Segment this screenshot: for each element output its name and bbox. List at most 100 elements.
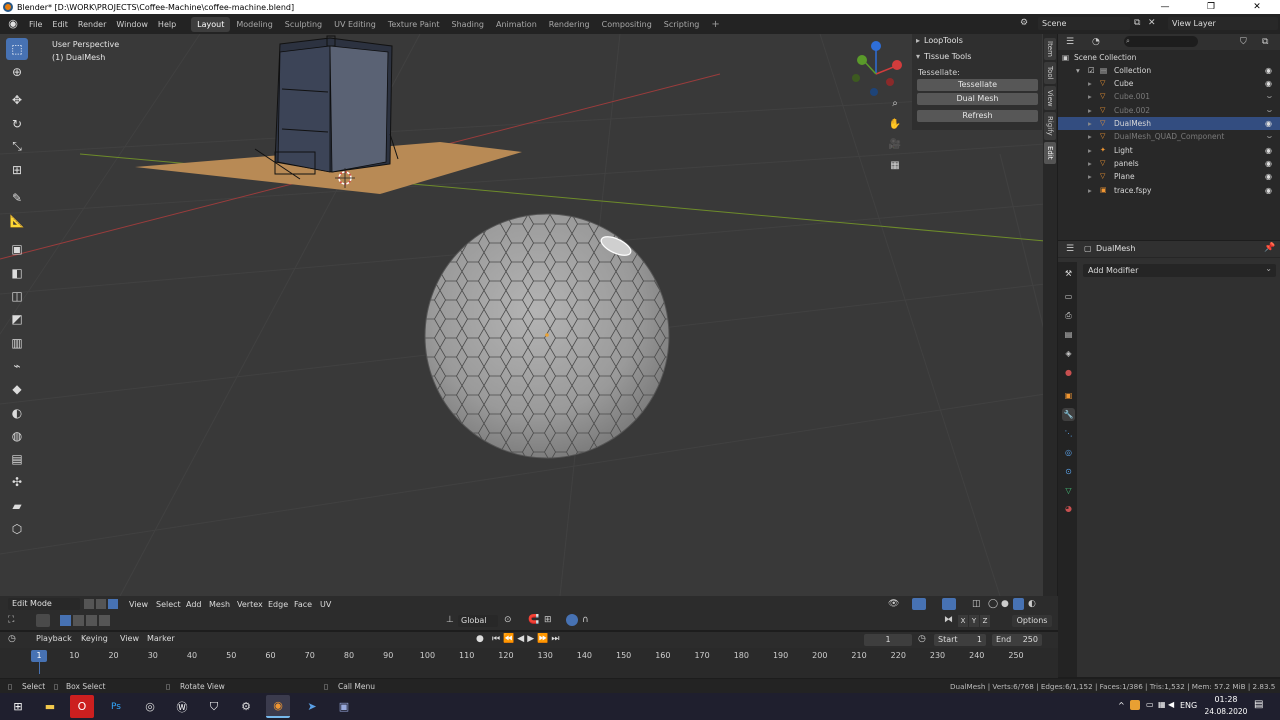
world-tab-icon[interactable]: ● bbox=[1062, 366, 1075, 379]
vp-menu-face[interactable]: Face bbox=[294, 600, 312, 609]
outliner-row[interactable]: ▸ ▽ Cube.001 ⌣ bbox=[1058, 90, 1280, 103]
messenger-icon[interactable]: ◎ bbox=[138, 695, 162, 718]
knife-tool[interactable]: ⌁ bbox=[6, 355, 28, 377]
scene-icon[interactable]: ⚙ bbox=[1020, 18, 1028, 28]
move-tool[interactable]: ✥ bbox=[6, 89, 28, 111]
outliner-row[interactable]: ▸ ▽ Cube.002 ⌣ bbox=[1058, 104, 1280, 117]
outliner-row[interactable]: ▸ ▽ panels ◉ bbox=[1058, 157, 1280, 170]
visibility-eye-icon[interactable]: ◉ bbox=[1265, 157, 1272, 170]
bevel-tool[interactable]: ◩ bbox=[6, 308, 28, 330]
scene-tab-icon[interactable]: ◈ bbox=[1062, 347, 1075, 360]
playhead-line[interactable] bbox=[38, 662, 40, 674]
select-box-tool[interactable]: ⬚ bbox=[6, 38, 28, 60]
edge-slide-tool[interactable]: ▤ bbox=[6, 448, 28, 470]
vertex-select-icon[interactable] bbox=[84, 599, 94, 609]
visibility-eye-icon[interactable]: ◉ bbox=[1265, 184, 1272, 197]
select-mode-invert-icon[interactable] bbox=[99, 615, 110, 626]
proportional-editing-icon[interactable] bbox=[566, 614, 578, 626]
dual-mesh-button[interactable]: Dual Mesh bbox=[917, 93, 1038, 105]
file-explorer-icon[interactable]: ▬ bbox=[38, 695, 62, 718]
timeline-menu-keying[interactable]: Keying bbox=[81, 634, 108, 643]
physics-tab-icon[interactable]: ◎ bbox=[1062, 446, 1075, 459]
windows-start-icon[interactable]: ⊞ bbox=[6, 695, 30, 718]
visibility-eye-icon[interactable]: ⌣ bbox=[1267, 90, 1272, 103]
vp-menu-mesh[interactable]: Mesh bbox=[209, 600, 230, 609]
scene-selector[interactable]: Scene bbox=[1038, 17, 1130, 30]
start-frame-field[interactable]: Start 1 bbox=[934, 634, 986, 646]
end-frame-field[interactable]: End 250 bbox=[992, 634, 1042, 646]
visibility-select-icon[interactable]: 👁 bbox=[888, 599, 899, 609]
volume-icon[interactable]: ◀ bbox=[1168, 700, 1174, 709]
workspace-tab-layout[interactable]: Layout bbox=[191, 16, 231, 32]
select-mode-subtract-icon[interactable] bbox=[86, 615, 97, 626]
visibility-eye-icon[interactable]: ◉ bbox=[1265, 144, 1272, 157]
inset-tool[interactable]: ◫ bbox=[6, 285, 28, 307]
new-collection-icon[interactable]: ⧉ bbox=[1262, 37, 1268, 47]
close-button[interactable]: ✕ bbox=[1234, 0, 1280, 14]
opera-browser-icon[interactable]: O bbox=[70, 695, 94, 718]
blender-logo-icon[interactable]: ◉ bbox=[6, 17, 20, 31]
tab-item[interactable]: Item bbox=[1044, 38, 1056, 60]
tab-tool[interactable]: Tool bbox=[1044, 62, 1056, 84]
view-layer-tab-icon[interactable]: ▤ bbox=[1062, 328, 1075, 341]
rotate-tool[interactable]: ↻ bbox=[6, 113, 28, 135]
blender-taskbar-icon[interactable]: ◉ bbox=[266, 695, 290, 718]
edge-select-icon[interactable] bbox=[96, 599, 106, 609]
camera-view-icon[interactable]: 🎥 bbox=[886, 136, 904, 154]
tray-display-icon[interactable]: ▭ bbox=[1146, 700, 1154, 709]
spin-tool[interactable]: ◐ bbox=[6, 402, 28, 424]
outliner-row[interactable]: ▸ ✦ Light ◉ bbox=[1058, 144, 1280, 157]
outliner-row[interactable]: ▸ ▽ Plane ◉ bbox=[1058, 170, 1280, 183]
gizmo-x-axis[interactable] bbox=[892, 60, 902, 70]
photoshop-icon[interactable]: Ps bbox=[104, 695, 128, 718]
vp-menu-uv[interactable]: UV bbox=[320, 600, 331, 609]
menu-window[interactable]: Window bbox=[111, 20, 153, 29]
active-tool-icon[interactable] bbox=[36, 614, 50, 627]
clock-date[interactable]: 24.08.2020 bbox=[1204, 707, 1248, 716]
workspace-tab-texture-paint[interactable]: Texture Paint bbox=[382, 17, 446, 32]
expand-arrow-icon[interactable]: ▸ bbox=[1088, 90, 1092, 103]
rendered-shading-icon[interactable]: ◐ bbox=[1028, 599, 1036, 609]
mode-select-dropdown[interactable]: Edit Mode bbox=[8, 598, 80, 610]
looptools-panel-header[interactable]: LoopTools bbox=[912, 34, 1042, 48]
expand-arrow-icon[interactable]: ▸ bbox=[1088, 170, 1092, 183]
options-dropdown[interactable]: Options bbox=[1012, 615, 1052, 627]
coffee-machine-wireframe[interactable] bbox=[254, 35, 399, 180]
extrude-tool[interactable]: ◧ bbox=[6, 262, 28, 284]
menu-edit[interactable]: Edit bbox=[47, 20, 73, 29]
expand-arrow-icon[interactable]: ▸ bbox=[1088, 184, 1092, 197]
tray-app-icon[interactable] bbox=[1130, 700, 1140, 710]
expand-arrow-icon[interactable]: ▸ bbox=[1088, 130, 1092, 143]
dualmesh-sphere[interactable] bbox=[420, 209, 680, 469]
measure-tool[interactable]: 📐 bbox=[6, 210, 28, 232]
outliner-row[interactable]: ▸ ▽ Cube ◉ bbox=[1058, 77, 1280, 90]
pivot-point-icon[interactable]: ⊙ bbox=[504, 615, 512, 625]
mirror-z-toggle[interactable]: Z bbox=[980, 615, 990, 627]
outliner-row[interactable]: ▸ ▽ DualMesh_QUAD_Component ⌣ bbox=[1058, 130, 1280, 143]
workspace-tab-scripting[interactable]: Scripting bbox=[658, 17, 706, 32]
vp-menu-select[interactable]: Select bbox=[156, 600, 181, 609]
language-indicator[interactable]: ENG bbox=[1180, 701, 1197, 710]
visibility-eye-icon[interactable]: ◉ bbox=[1265, 77, 1272, 90]
visibility-eye-icon[interactable]: ⌣ bbox=[1267, 104, 1272, 117]
select-mode-extend-icon[interactable] bbox=[73, 615, 84, 626]
pin-icon[interactable]: 📌 bbox=[1264, 243, 1275, 253]
visibility-eye-icon[interactable]: ◉ bbox=[1265, 64, 1272, 77]
particles-tab-icon[interactable]: ⋱ bbox=[1062, 427, 1075, 440]
notifications-icon[interactable]: ▤ bbox=[1254, 699, 1263, 710]
outliner-editor-icon[interactable]: ☰ bbox=[1066, 37, 1074, 47]
minimize-button[interactable]: — bbox=[1142, 0, 1188, 14]
timeline-menu-view[interactable]: View bbox=[120, 634, 139, 643]
solid-shading-icon[interactable]: ● bbox=[1001, 599, 1009, 609]
visibility-eye-icon[interactable]: ⌣ bbox=[1267, 130, 1272, 143]
wireframe-shading-icon[interactable]: ◯ bbox=[988, 599, 998, 609]
zoom-icon[interactable]: ⌕ bbox=[886, 95, 904, 113]
object-tab-icon[interactable]: ▣ bbox=[1062, 389, 1075, 402]
workspace-tab-compositing[interactable]: Compositing bbox=[596, 17, 658, 32]
new-scene-icon[interactable]: ⧉ bbox=[1134, 18, 1140, 28]
outliner-row-collection[interactable]: ▾ ☑ ▤ Collection ◉ bbox=[1058, 64, 1280, 77]
filter-icon[interactable]: ⛉ bbox=[1240, 37, 1247, 47]
menu-help[interactable]: Help bbox=[153, 20, 181, 29]
transform-orientation-dropdown[interactable]: Global bbox=[458, 615, 498, 627]
modifier-wrench-icon[interactable]: 🔧 bbox=[1062, 408, 1075, 421]
